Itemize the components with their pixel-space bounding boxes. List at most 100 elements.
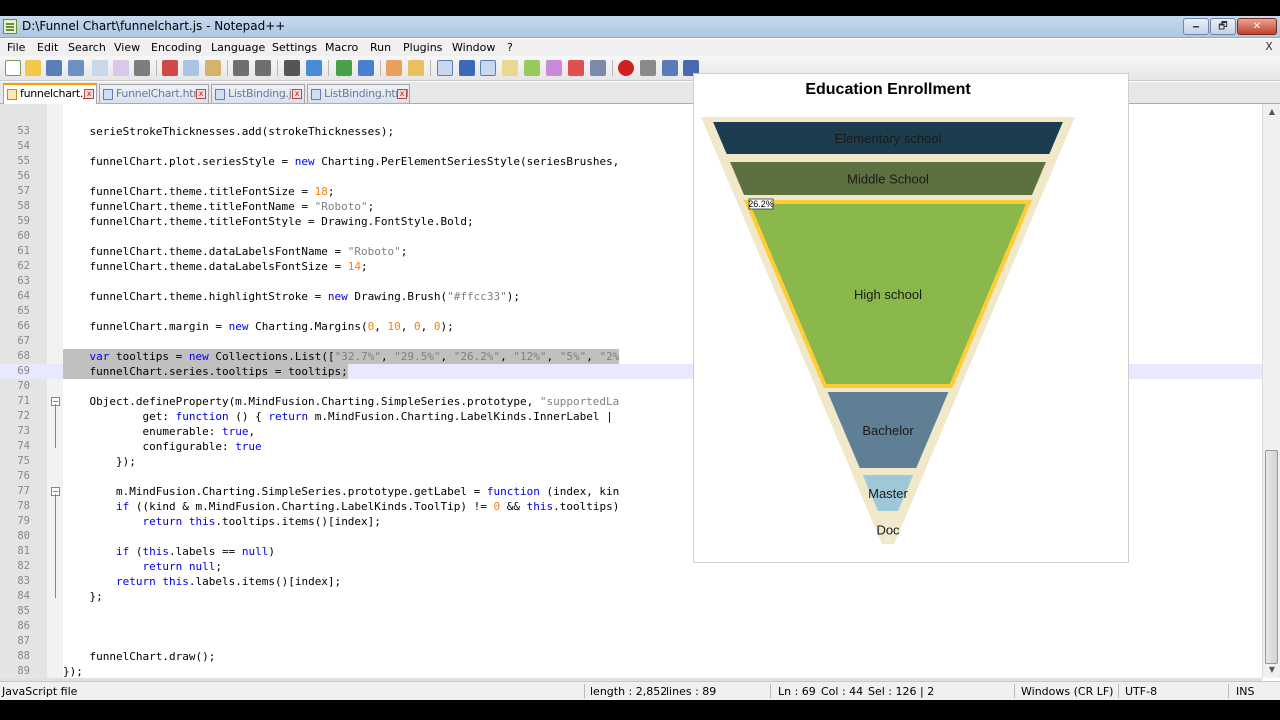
close-button[interactable]: ✕ xyxy=(1237,18,1277,35)
print-icon[interactable] xyxy=(134,60,150,76)
find-icon[interactable] xyxy=(284,60,300,76)
line-text: var tooltips = new Collections.List(["32… xyxy=(63,349,620,364)
line-number: 66 xyxy=(17,320,30,332)
status-divider xyxy=(584,684,585,698)
line-number: 54 xyxy=(17,140,30,152)
play-macro-icon[interactable] xyxy=(662,60,678,76)
menu-encoding[interactable]: Encoding xyxy=(151,41,202,54)
monitoring-icon[interactable] xyxy=(590,60,606,76)
line-number: 63 xyxy=(17,275,30,287)
close-file-icon[interactable] xyxy=(92,60,108,76)
document-map-icon[interactable] xyxy=(524,60,540,76)
line-text: funnelChart.theme.dataLabelsFontName = "… xyxy=(63,245,408,258)
line-number: 75 xyxy=(17,455,30,467)
menu-plugins[interactable]: Plugins xyxy=(403,41,442,54)
line-number: 56 xyxy=(17,170,30,182)
tab-label: FunnelChart.html xyxy=(116,87,207,100)
open-file-icon[interactable] xyxy=(25,60,41,76)
menu-edit[interactable]: Edit xyxy=(37,41,58,54)
menu-view[interactable]: View xyxy=(114,41,140,54)
tab-close-icon[interactable]: x xyxy=(84,89,94,99)
line-number: 85 xyxy=(17,605,30,617)
notepad-plus-plus-window: D:\Funnel Chart\funnelchart.js - Notepad… xyxy=(0,16,1280,700)
replace-icon[interactable] xyxy=(306,60,322,76)
save-icon[interactable] xyxy=(46,60,62,76)
tab-listbinding-js[interactable]: ListBinding.js x xyxy=(211,84,305,103)
title-bar: D:\Funnel Chart\funnelchart.js - Notepad… xyxy=(0,16,1280,38)
new-file-icon[interactable] xyxy=(5,60,21,76)
scroll-up-arrow-icon[interactable]: ▲ xyxy=(1266,106,1278,118)
line-number: 80 xyxy=(17,530,30,542)
scroll-down-arrow-icon[interactable]: ▼ xyxy=(1266,664,1278,676)
tab-funnelchart-js[interactable]: funnelchart.js x xyxy=(3,83,97,104)
line-number: 57 xyxy=(17,185,30,197)
tab-label: funnelchart.js xyxy=(20,87,92,100)
status-divider xyxy=(1014,684,1015,698)
close-all-icon[interactable] xyxy=(113,60,129,76)
code-line[interactable]: 89}); xyxy=(0,664,1262,679)
toolbar-separator xyxy=(156,60,157,76)
code-line[interactable]: 84 }; xyxy=(0,589,1262,604)
menu-run[interactable]: Run xyxy=(370,41,391,54)
save-state-icon xyxy=(215,89,225,100)
tab-close-icon[interactable]: x xyxy=(292,89,302,99)
sync-horizontal-icon[interactable] xyxy=(408,60,424,76)
tab-label: ListBinding.html xyxy=(324,87,409,100)
cut-icon[interactable] xyxy=(162,60,178,76)
line-number: 82 xyxy=(17,560,30,572)
funnel-segment-label: Elementary school xyxy=(835,131,942,146)
menu-language[interactable]: Language xyxy=(211,41,265,54)
line-text: configurable: true xyxy=(63,440,262,453)
code-line[interactable]: 85 xyxy=(0,604,1262,619)
copy-icon[interactable] xyxy=(183,60,199,76)
code-line[interactable]: 87 xyxy=(0,634,1262,649)
toolbar-separator xyxy=(612,60,613,76)
menu-search[interactable]: Search xyxy=(68,41,106,54)
funnel-segment-label: Doc xyxy=(876,523,900,538)
menu-file[interactable]: File xyxy=(7,41,25,54)
menu-macro[interactable]: Macro xyxy=(325,41,358,54)
show-all-characters-icon[interactable] xyxy=(459,60,475,76)
vertical-scrollbar[interactable]: ▲ ▼ xyxy=(1262,104,1280,678)
zoom-out-icon[interactable] xyxy=(358,60,374,76)
function-list-icon[interactable] xyxy=(546,60,562,76)
undo-icon[interactable] xyxy=(233,60,249,76)
sync-vertical-icon[interactable] xyxy=(386,60,402,76)
line-number: 61 xyxy=(17,245,30,257)
code-line[interactable]: 83 return this.labels.items()[index]; xyxy=(0,574,1262,589)
scrollbar-thumb[interactable] xyxy=(1265,450,1278,664)
zoom-in-icon[interactable] xyxy=(336,60,352,76)
folder-as-workspace-icon[interactable] xyxy=(568,60,584,76)
menu-help[interactable]: ? xyxy=(507,41,513,54)
save-all-icon[interactable] xyxy=(68,60,84,76)
line-number: 76 xyxy=(17,470,30,482)
indent-guide-icon[interactable] xyxy=(480,60,496,76)
tab-close-icon[interactable]: x xyxy=(397,89,407,99)
record-macro-icon[interactable] xyxy=(618,60,634,76)
user-language-icon[interactable] xyxy=(502,60,518,76)
status-divider xyxy=(770,684,771,698)
code-line[interactable]: 86 xyxy=(0,619,1262,634)
line-number: 84 xyxy=(17,590,30,602)
tab-funnelchart-html[interactable]: FunnelChart.html x xyxy=(99,84,209,103)
line-number: 68 xyxy=(17,350,30,362)
paste-icon[interactable] xyxy=(205,60,221,76)
tab-label: ListBinding.js xyxy=(228,87,297,100)
maximize-button[interactable]: 🗗 xyxy=(1210,18,1236,35)
line-number: 55 xyxy=(17,155,30,167)
line-text: funnelChart.theme.titleFontName = "Robot… xyxy=(63,200,375,213)
fold-guide xyxy=(55,494,56,598)
tab-close-icon[interactable]: x xyxy=(196,89,206,99)
menu-window[interactable]: Window xyxy=(452,41,495,54)
stop-macro-icon[interactable] xyxy=(640,60,656,76)
menu-settings[interactable]: Settings xyxy=(272,41,317,54)
close-document-icon[interactable]: X xyxy=(1262,40,1276,54)
word-wrap-icon[interactable] xyxy=(437,60,453,76)
redo-icon[interactable] xyxy=(255,60,271,76)
minimize-button[interactable]: 🗕 xyxy=(1183,18,1209,35)
code-line[interactable]: 88 funnelChart.draw(); xyxy=(0,649,1262,664)
line-number: 74 xyxy=(17,440,30,452)
line-number: 79 xyxy=(17,515,30,527)
line-text: funnelChart.margin = new Charting.Margin… xyxy=(63,320,454,333)
tab-listbinding-html[interactable]: ListBinding.html x xyxy=(307,84,410,103)
